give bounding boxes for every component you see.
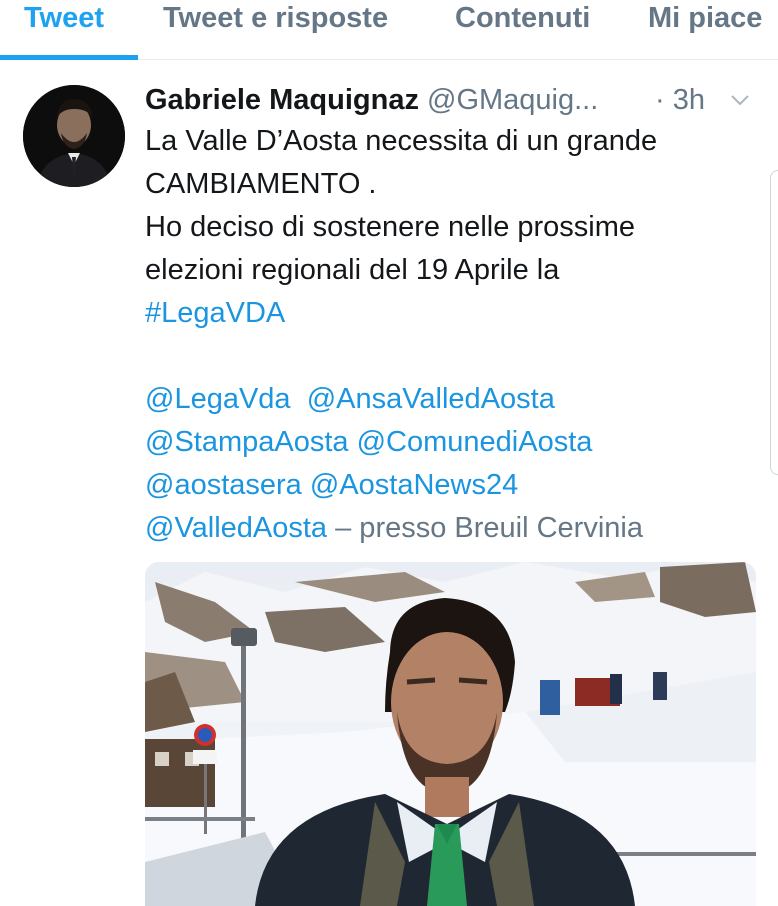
hashtag-link[interactable]: #LegaVDA bbox=[145, 297, 285, 329]
scroll-indicator bbox=[770, 170, 778, 475]
profile-tabs: Tweet Tweet e risposte Contenuti Mi piac… bbox=[0, 0, 778, 60]
mention-link[interactable]: @ValledAosta bbox=[145, 512, 327, 544]
mention-link[interactable]: @ComunediAosta bbox=[357, 426, 593, 458]
author-handle[interactable]: @GMaquig... bbox=[427, 84, 598, 116]
mention-link[interactable]: @StampaAosta bbox=[145, 426, 349, 458]
tweet-line: CAMBIAMENTO . bbox=[145, 168, 377, 200]
chevron-down-icon[interactable] bbox=[728, 88, 752, 112]
tweet-timestamp[interactable]: · 3h bbox=[655, 80, 705, 120]
tweet-text: La Valle D’Aosta necessita di un grande … bbox=[145, 120, 755, 550]
tab-tweet[interactable]: Tweet bbox=[24, 0, 104, 60]
tab-tweet-e-risposte[interactable]: Tweet e risposte bbox=[163, 0, 388, 60]
avatar[interactable] bbox=[23, 85, 125, 187]
mention-link[interactable]: @LegaVda bbox=[145, 383, 291, 415]
tab-contenuti[interactable]: Contenuti bbox=[455, 0, 590, 60]
tweet-line: Ho deciso di sostenere nelle prossime bbox=[145, 211, 636, 243]
avatar-image bbox=[23, 85, 125, 187]
tweet-header: Gabriele Maquignaz @GMaquig... bbox=[145, 80, 598, 120]
tweet-line: La Valle D’Aosta necessita di un grande bbox=[145, 125, 658, 157]
tweet-line: elezioni regionali del 19 Aprile la bbox=[145, 254, 560, 286]
active-tab-indicator bbox=[0, 55, 138, 60]
mention-link[interactable]: @AnsaValledAosta bbox=[307, 383, 555, 415]
location-text[interactable]: – presso Breuil Cervinia bbox=[335, 512, 643, 544]
author-name[interactable]: Gabriele Maquignaz bbox=[145, 84, 419, 116]
tweet-photo[interactable] bbox=[145, 562, 756, 906]
snowy-mountain-photo bbox=[145, 562, 756, 906]
mention-link[interactable]: @aostasera bbox=[145, 469, 302, 501]
mention-link[interactable]: @AostaNews24 bbox=[310, 469, 518, 501]
tab-mi-piace[interactable]: Mi piace bbox=[648, 0, 762, 60]
